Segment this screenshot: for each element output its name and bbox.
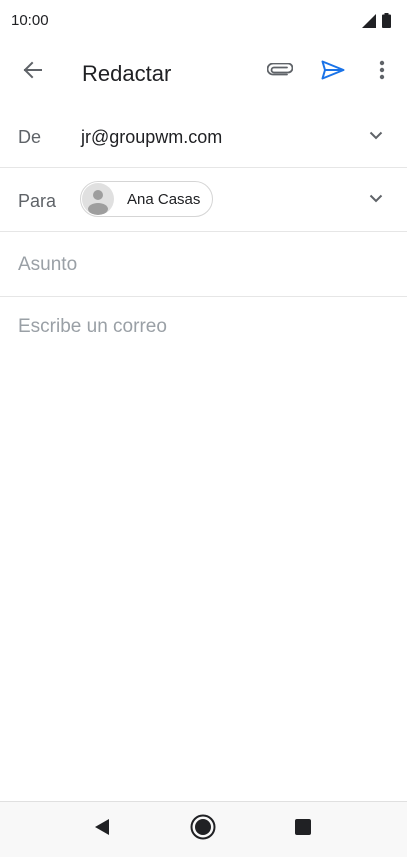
recipient-chip[interactable]: Ana Casas [80,181,213,217]
attach-button[interactable] [260,52,300,92]
from-label: De [18,127,42,147]
avatar-icon [82,183,114,215]
attach-icon [266,62,294,82]
body-field[interactable]: Escribe un correo [18,316,167,338]
subject-row[interactable]: Asunto [0,232,407,297]
nav-back-icon [93,818,111,841]
to-label: Para [18,191,57,211]
back-arrow-icon [22,60,42,85]
from-account[interactable]: jr@groupwm.com [81,127,222,148]
recipient-name: Ana Casas [127,191,201,208]
send-icon [321,60,345,85]
battery-icon [382,13,391,33]
subject-field[interactable]: Asunto [18,254,77,276]
page-title: Redactar [82,61,172,86]
more-vert-icon [379,60,385,85]
nav-back-button[interactable] [82,809,122,849]
nav-home-icon [190,814,216,845]
back-button[interactable] [12,52,52,92]
nav-home-button[interactable] [183,809,223,849]
signal-icon [362,13,376,33]
send-button[interactable] [313,52,353,92]
app-bar [0,40,407,106]
from-dropdown-button[interactable] [356,116,396,156]
chevron-down-icon [369,190,383,208]
system-nav-bar [0,801,407,857]
status-icons [362,13,391,33]
nav-recents-icon [294,818,312,841]
status-time: 10:00 [11,12,49,29]
chevron-down-icon [369,127,383,145]
status-bar: 10:00 [0,0,407,40]
from-row: De jr@groupwm.com [0,106,407,168]
more-options-button[interactable] [362,52,402,92]
to-dropdown-button[interactable] [356,179,396,219]
nav-recents-button[interactable] [283,809,323,849]
